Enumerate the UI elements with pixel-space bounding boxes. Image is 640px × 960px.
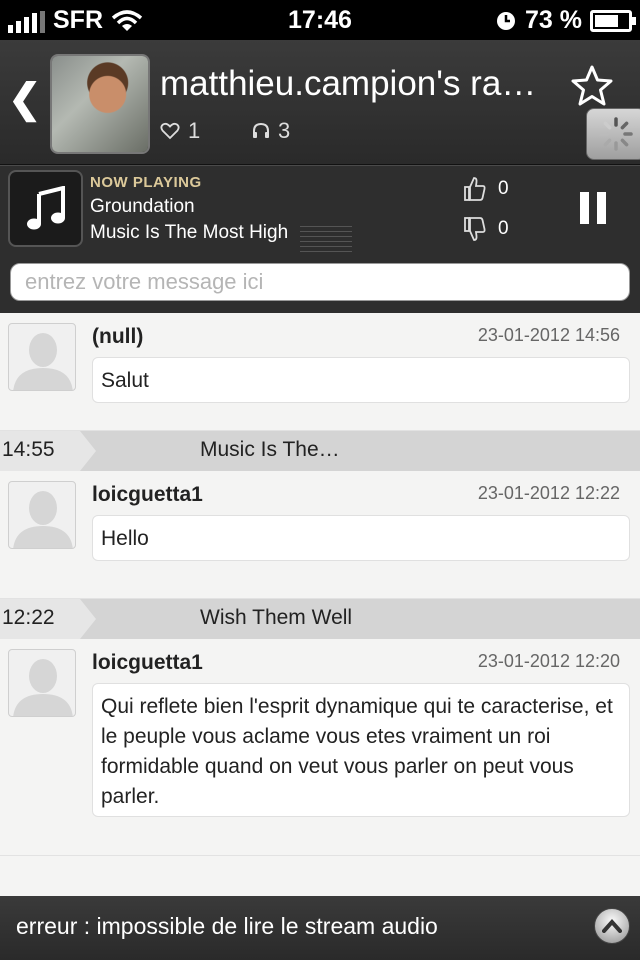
headphones-icon xyxy=(253,122,269,138)
default-avatar-icon xyxy=(13,491,73,548)
thumbs-up-count: 0 xyxy=(498,178,509,199)
track-divider: 12:22 Wish Them Well xyxy=(0,599,640,639)
listeners-value: 3 xyxy=(278,118,291,143)
room-avatar[interactable] xyxy=(50,54,150,154)
message-input[interactable] xyxy=(10,263,630,301)
now-playing-song: Music Is The Most High xyxy=(90,222,289,243)
thumbs-down-button[interactable]: 0 xyxy=(464,216,509,242)
heart-icon xyxy=(160,122,180,140)
avatar xyxy=(8,323,76,391)
thumbs-down-count: 0 xyxy=(498,218,509,239)
star-outline-icon[interactable] xyxy=(570,64,614,108)
default-avatar-icon xyxy=(13,333,73,390)
music-note-graphic xyxy=(26,185,65,229)
clock-icon xyxy=(497,11,516,30)
message-text: Salut xyxy=(92,357,630,403)
avatar xyxy=(8,649,76,717)
track-name: Music Is The… xyxy=(200,438,340,461)
chevron-up-graphic xyxy=(602,919,622,933)
now-playing-label: NOW PLAYING xyxy=(90,174,202,191)
room-header: ❮ matthieu.campion's ra… 1 3 xyxy=(0,40,640,165)
room-title: matthieu.campion's ra… xyxy=(160,64,537,103)
message-date: 23-01-2012 12:22 xyxy=(477,483,620,503)
decorative-lines xyxy=(300,226,352,252)
listeners-count: 3 xyxy=(252,118,290,144)
default-avatar-icon xyxy=(13,659,73,716)
battery-fill xyxy=(595,14,619,27)
thumbs-up-icon xyxy=(464,177,486,201)
battery-percent: 73 % xyxy=(525,6,582,34)
thumbs-down-icon xyxy=(464,217,486,241)
spinner-icon[interactable] xyxy=(586,108,640,160)
avatar-photo xyxy=(52,56,148,152)
now-playing-artist: Groundation xyxy=(90,196,195,217)
status-right: 73 % xyxy=(495,6,636,35)
error-message: erreur : impossible de lire le stream au… xyxy=(16,913,438,939)
message-date: 23-01-2012 14:56 xyxy=(477,325,620,345)
chevron-up-icon[interactable] xyxy=(594,908,630,944)
likes-count: 1 xyxy=(160,118,200,144)
track-divider: 14:55 Music Is The… xyxy=(0,431,640,471)
message-username: loicguetta1 xyxy=(92,651,203,674)
pause-icon[interactable] xyxy=(580,192,606,224)
track-time: 12:22 xyxy=(2,606,55,629)
message-username: (null) xyxy=(92,325,144,348)
message-text: Hello xyxy=(92,515,630,561)
message-text: Qui reflete bien l'esprit dynamique qui … xyxy=(92,683,630,817)
track-time: 14:55 xyxy=(2,438,55,461)
battery-charging-icon xyxy=(590,9,636,32)
message-username: loicguetta1 xyxy=(92,483,203,506)
error-bar: erreur : impossible de lire le stream au… xyxy=(0,896,640,960)
message-bar xyxy=(0,255,640,313)
likes-value: 1 xyxy=(188,118,201,143)
music-note-icon xyxy=(8,170,83,247)
chat-feed[interactable]: (null) 23-01-2012 14:56 Salut 14:55 Musi… xyxy=(0,313,640,896)
thumbs-up-button[interactable]: 0 xyxy=(464,176,509,202)
list-item: loicguetta1 23-01-2012 12:20 Qui reflete… xyxy=(0,639,640,856)
avatar xyxy=(8,481,76,549)
status-bar: SFR 17:46 73 % xyxy=(0,0,640,40)
message-date: 23-01-2012 12:20 xyxy=(477,651,620,671)
track-name: Wish Them Well xyxy=(200,606,353,629)
spinner-graphic xyxy=(599,117,633,151)
chevron-left-icon[interactable]: ❮ xyxy=(8,76,42,122)
list-item: loicguetta1 23-01-2012 12:22 Hello xyxy=(0,471,640,599)
now-playing-bar: NOW PLAYING Groundation Music Is The Mos… xyxy=(0,165,640,255)
list-item: (null) 23-01-2012 14:56 Salut xyxy=(0,313,640,431)
